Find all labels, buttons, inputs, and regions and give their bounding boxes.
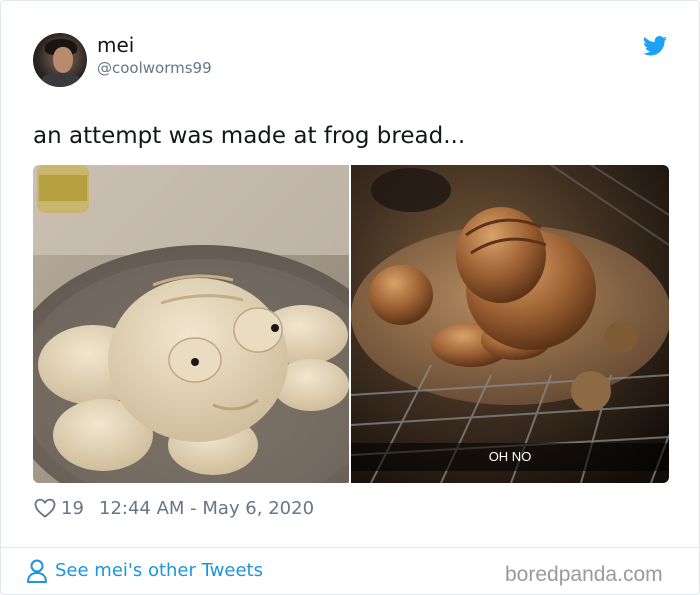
avatar-shirt — [41, 73, 81, 87]
tweet-text: an attempt was made at frog bread... — [33, 123, 466, 149]
footer-divider — [1, 547, 700, 548]
see-other-tweets-link[interactable]: See mei's other Tweets — [55, 560, 263, 581]
caption-bar: OH NO — [351, 443, 669, 471]
avatar-face — [53, 47, 73, 73]
like-count: 19 — [61, 498, 84, 519]
person-icon[interactable] — [26, 558, 48, 584]
author-name[interactable]: mei — [97, 33, 134, 57]
tweet-timestamp[interactable]: 12:44 AM - May 6, 2020 — [99, 498, 314, 519]
twitter-bird-icon[interactable] — [643, 36, 667, 56]
photo-caption: OH NO — [488, 449, 532, 464]
photo-raw-frog-dough[interactable] — [33, 165, 349, 483]
heart-icon[interactable] — [34, 498, 56, 518]
watermark: boredpanda.com — [505, 563, 663, 586]
photo-baked-frog-bread[interactable] — [351, 165, 669, 483]
tweet-card: mei @coolworms99 an attempt was made at … — [0, 0, 700, 595]
avatar[interactable] — [33, 33, 87, 87]
author-handle[interactable]: @coolworms99 — [97, 59, 212, 77]
tweet-media[interactable]: OH NO — [33, 165, 669, 483]
